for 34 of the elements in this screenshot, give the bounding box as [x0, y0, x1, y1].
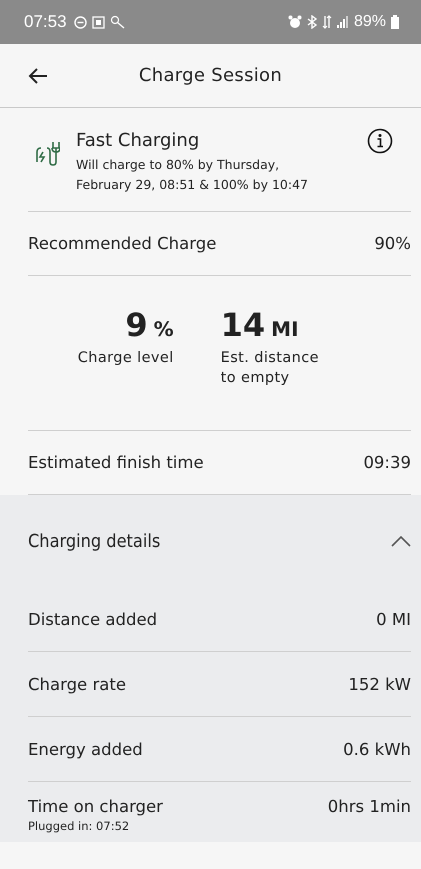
battery-icon	[391, 15, 399, 29]
chevron-up-icon	[391, 536, 411, 546]
battery-percent: 89%	[354, 13, 386, 31]
row-label: Time on charger	[28, 797, 163, 816]
row-label: Estimated finish time	[28, 453, 204, 472]
row-value: 0 MI	[376, 610, 411, 628]
row-label: Energy added	[28, 740, 143, 758]
signal-icon	[336, 16, 349, 28]
section-title: Charging details	[28, 530, 160, 552]
calendar-icon	[92, 16, 105, 28]
notice-title: Fast Charging	[76, 130, 200, 151]
row-label: Recommended Charge	[28, 234, 216, 253]
row-value: 90%	[374, 234, 411, 253]
row-value: 0.6 kWh	[343, 740, 411, 758]
bluetooth-icon	[306, 15, 317, 29]
row-value: 09:39	[363, 453, 411, 472]
collapse-button[interactable]	[391, 536, 411, 546]
row-note: Plugged in: 07:52	[28, 819, 130, 833]
page-title: Charge Session	[138, 65, 284, 86]
stat-value: 9 %	[125, 306, 174, 344]
row-label: Distance added	[28, 610, 158, 628]
row-value: 0hrs 1min	[328, 797, 411, 816]
data-transfer-icon	[322, 15, 332, 29]
back-arrow-icon	[28, 68, 48, 84]
stat-value: 14 MI	[220, 306, 299, 344]
info-icon	[367, 128, 393, 154]
stat-label: Charge level	[78, 349, 174, 368]
info-button[interactable]	[367, 128, 393, 154]
row-label: Charge rate	[28, 674, 126, 694]
stat-label: Est. distance to empty	[220, 349, 320, 388]
notice-text: Will charge to 80% by Thursday, February 29, 08:51 & 100% by 10:47	[76, 156, 309, 194]
row-value: 152 kW	[348, 674, 411, 694]
do-not-disturb-icon	[74, 16, 87, 28]
status-time: 07:53	[24, 12, 67, 32]
